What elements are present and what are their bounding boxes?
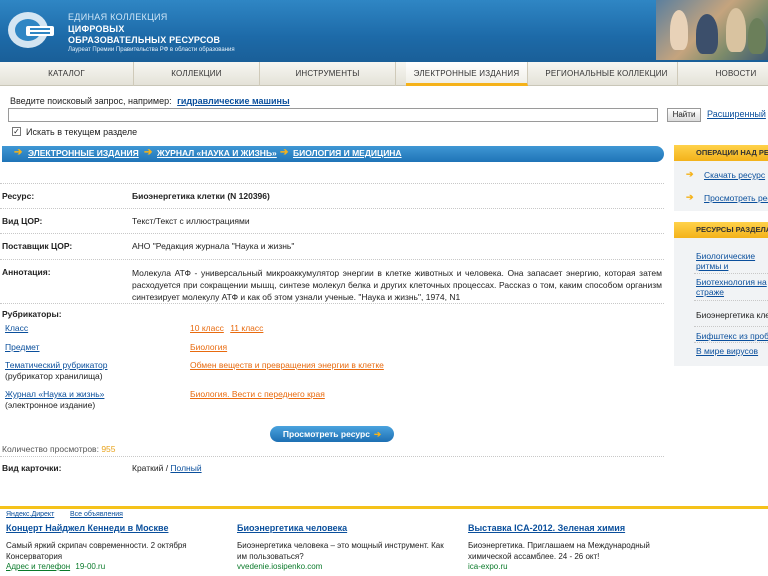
breadcrumb-item-biology[interactable]: БИОЛОГИЯ И МЕДИЦИНА: [293, 148, 402, 158]
view-resource-button[interactable]: Просмотреть ресурс ➔: [270, 426, 394, 442]
search-in-section-label: Искать в текущем разделе: [26, 127, 138, 137]
annotation-label: Аннотация:: [2, 267, 51, 277]
type-value: Текст/Текст с иллюстрациями: [132, 216, 250, 226]
nav-catalog[interactable]: КАТАЛОГ: [0, 62, 134, 86]
section-resources-header: РЕСУРСЫ РАЗДЕЛА: [674, 222, 768, 238]
views-counter: Количество просмотров: 955: [2, 444, 116, 454]
yandex-direct-link[interactable]: Яндекс.Директ: [6, 511, 54, 518]
ad-title[interactable]: Выставка ICA-2012. Зеленая химия: [468, 523, 625, 533]
nav-regional-collections[interactable]: РЕГИОНАЛЬНЫЕ КОЛЛЕКЦИИ: [536, 62, 678, 86]
rubric-class-link[interactable]: Класс: [5, 323, 28, 333]
subject-biology-link[interactable]: Биология: [190, 342, 227, 352]
search-button[interactable]: Найти: [667, 108, 701, 122]
ad-url-domain: 19-00.ru: [75, 562, 106, 571]
header-award-text: Лауреат Премии Правительства РФ в област…: [68, 47, 235, 53]
card-view-options: Краткий / Полный: [132, 463, 202, 473]
divider: [694, 300, 768, 301]
breadcrumb-item-journal[interactable]: ЖУРНАЛ «НАУКА И ЖИЗНЬ»: [157, 148, 277, 158]
arrow-right-icon: ➔: [280, 147, 289, 158]
views-count: 955: [101, 444, 116, 454]
arrow-right-icon: ➔: [373, 429, 382, 439]
breadcrumb: ➔ ЭЛЕКТРОННЫЕ ИЗДАНИЯ ➔ ЖУРНАЛ «НАУКА И …: [2, 146, 664, 162]
arrow-right-icon: ➔: [144, 147, 153, 158]
rubric-class-values: 10 класс 11 класс: [190, 323, 263, 333]
divider: [0, 208, 664, 209]
card-full-link[interactable]: Полный: [170, 463, 201, 473]
rubric-thematic-link[interactable]: Тематический рубрикатор: [5, 360, 107, 370]
section-item-link[interactable]: Биологические ритмы и приспособления: [696, 251, 768, 271]
divider: [694, 326, 768, 327]
search-in-section-checkbox[interactable]: ✓: [12, 127, 21, 136]
nav-tools[interactable]: ИНСТРУМЕНТЫ: [260, 62, 396, 86]
ad-url: ica-expo.ru: [468, 562, 508, 571]
operations-header: ОПЕРАЦИИ НАД РЕСУРСОМ: [674, 145, 768, 161]
divider: [0, 303, 664, 304]
nav-collections[interactable]: КОЛЛЕКЦИИ: [134, 62, 260, 86]
divider: [0, 233, 664, 234]
main-nav: КАТАЛОГ КОЛЛЕКЦИИ ИНСТРУМЕНТЫ ЭЛЕКТРОННЫ…: [0, 62, 768, 86]
site-header: ЕДИНАЯ КОЛЛЕКЦИЯ ЦИФРОВЫХ ОБРАЗОВАТЕЛЬНЫ…: [0, 0, 768, 62]
advanced-search-link[interactable]: Расширенный: [707, 109, 766, 119]
view-resource-link[interactable]: Просмотреть ресурс: [704, 193, 768, 203]
divider: [694, 273, 768, 274]
resource-label: Ресурс:: [2, 191, 35, 201]
nav-news[interactable]: НОВОСТИ: [688, 62, 768, 86]
rubricators-title: Рубрикаторы:: [2, 309, 62, 319]
resource-title: Биоэнергетика клетки (N 120396): [132, 191, 270, 201]
download-resource-link[interactable]: Скачать ресурс: [704, 170, 765, 180]
arrow-right-icon: ➔: [686, 169, 694, 179]
view-resource-label: Просмотреть ресурс: [282, 429, 370, 439]
ad-title[interactable]: Концерт Найджел Кеннеди в Москве: [6, 523, 168, 533]
type-label: Вид ЦОР:: [2, 216, 43, 226]
supplier-value: АНО "Редакция журнала "Наука и жизнь": [132, 241, 295, 251]
logo-icon[interactable]: [6, 8, 58, 52]
search-input[interactable]: [8, 108, 658, 122]
breadcrumb-item-electronic-editions[interactable]: ЭЛЕКТРОННЫЕ ИЗДАНИЯ: [28, 148, 139, 158]
footer-divider: [0, 506, 768, 509]
journal-value-link[interactable]: Биология. Вести с переднего края: [190, 389, 325, 399]
arrow-right-icon: ➔: [14, 147, 23, 158]
ad-text: Биоэнергетика. Приглашаем на Международн…: [468, 541, 650, 561]
search-hint-text: Введите поисковый запрос, например:: [10, 96, 172, 106]
arrow-right-icon: ➔: [686, 192, 694, 202]
rubric-journal-link[interactable]: Журнал «Наука и жизнь»: [5, 389, 104, 399]
header-photo: [656, 0, 768, 60]
thematic-value-link[interactable]: Обмен веществ и превращения энергии в кл…: [190, 360, 384, 370]
class-10-link[interactable]: 10 класс: [190, 323, 224, 333]
ad-text: Биоэнергетика человека – это мощный инст…: [237, 541, 444, 561]
rubric-subject-link[interactable]: Предмет: [5, 342, 40, 352]
nav-electronic-editions[interactable]: ЭЛЕКТРОННЫЕ ИЗДАНИЯ: [406, 62, 528, 86]
search-hint: Введите поисковый запрос, например: гидр…: [10, 96, 290, 106]
section-item-link[interactable]: В мире вирусов: [696, 346, 758, 356]
rubric-journal-sub: (электронное издание): [5, 400, 96, 410]
divider: [0, 183, 664, 184]
ad-title[interactable]: Биоэнергетика человека: [237, 523, 347, 533]
all-ads-link[interactable]: Все объявления: [70, 511, 123, 518]
card-brief: Краткий: [132, 463, 164, 473]
section-item-link[interactable]: Биотехнология на страже безопасности: [696, 277, 768, 297]
annotation-text: Молекула АТФ - универсальный микроаккуму…: [132, 268, 662, 302]
views-label: Количество просмотров:: [2, 444, 99, 454]
divider: [694, 342, 768, 343]
search-example-link[interactable]: гидравлические машины: [177, 96, 290, 106]
section-item-link[interactable]: Бифштекс из пробирки: [696, 331, 768, 341]
ad-text: Самый яркий скрипач современности. 2 окт…: [6, 541, 187, 561]
ad-address-link[interactable]: Адрес и телефон: [6, 562, 70, 571]
divider: [0, 456, 664, 457]
card-view-label: Вид карточки:: [2, 463, 62, 473]
header-line-1: ЕДИНАЯ КОЛЛЕКЦИЯ: [68, 12, 168, 22]
ad-url: Адрес и телефон 19-00.ru: [6, 562, 105, 571]
section-item-current: Биоэнергетика клетки: [696, 310, 768, 320]
supplier-label: Поставщик ЦОР:: [2, 241, 73, 251]
rubric-thematic-sub: (рубрикатор хранилища): [5, 371, 103, 381]
header-line-3: ОБРАЗОВАТЕЛЬНЫХ РЕСУРСОВ: [68, 35, 221, 45]
header-line-2: ЦИФРОВЫХ: [68, 24, 125, 34]
ad-url: vvedenie.iosipenko.com: [237, 562, 323, 571]
class-11-link[interactable]: 11 класс: [230, 323, 263, 333]
divider: [0, 259, 664, 260]
